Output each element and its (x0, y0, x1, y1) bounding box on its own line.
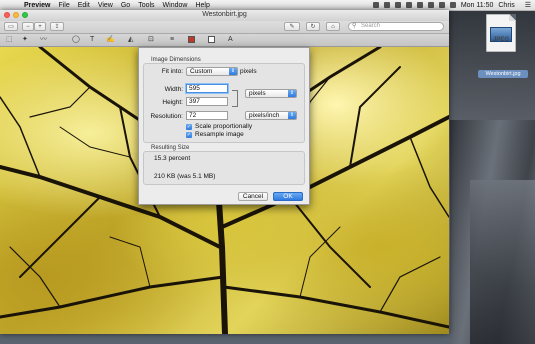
dimension-units-select[interactable]: pixels ⇕ (245, 89, 297, 98)
markup-pen-button[interactable]: ✎ (284, 22, 300, 31)
resolution-units-select[interactable]: pixels/inch ⇕ (245, 111, 297, 120)
zoom-out-button[interactable]: − (22, 22, 34, 31)
resolution-field[interactable]: 72 (186, 111, 228, 120)
window-title: Westonbirt.jpg (202, 11, 247, 18)
fill-color-icon[interactable] (208, 36, 215, 44)
window-titlebar[interactable]: Westonbirt.jpg (0, 10, 449, 21)
fit-into-units: pixels (240, 68, 257, 75)
list-icon[interactable]: ☰ (525, 1, 531, 9)
dimension-units-value: pixels (249, 90, 266, 97)
status-icon[interactable] (383, 2, 390, 8)
fit-into-select[interactable]: Custom ⇕ (186, 67, 238, 76)
menubar-user[interactable]: Chris (498, 2, 514, 9)
search-placeholder: Search (361, 23, 381, 29)
selection-tool-icon[interactable]: ⬚ (6, 36, 13, 44)
fit-into-value: Custom (190, 68, 213, 75)
border-color-icon[interactable] (188, 36, 195, 44)
markup-toolbox-button[interactable]: ⌂ (326, 22, 340, 31)
checkmark-icon: ✓ (186, 123, 192, 130)
menubar-status-area: Mon 11:50 Chris ☰ (368, 0, 531, 10)
resample-image-label: Resample image (195, 131, 244, 138)
status-icon[interactable] (405, 2, 412, 8)
menu-view[interactable]: View (98, 2, 113, 9)
wallpaper-rock-shadow (470, 180, 535, 344)
document-icon: JPEG (486, 14, 516, 52)
ok-button[interactable]: OK (273, 192, 303, 201)
resulting-file-size: 210 KB (was 5.1 MB) (154, 173, 216, 180)
height-field[interactable]: 397 (186, 97, 228, 106)
page-fold (509, 14, 516, 21)
resample-image-checkbox[interactable]: ✓ Resample image (186, 131, 244, 138)
volume-icon[interactable] (438, 2, 445, 8)
wifi-icon[interactable] (427, 2, 434, 8)
sign-tool-icon[interactable]: ✍ (106, 36, 115, 44)
menubar-clock[interactable]: Mon 11:50 (461, 2, 494, 9)
menu-go[interactable]: Go (121, 2, 130, 9)
zoom-button[interactable] (22, 12, 28, 18)
status-icon[interactable] (416, 2, 423, 8)
text-style-icon[interactable]: A (228, 36, 233, 44)
sidebar-toggle-button[interactable]: ▭ (4, 22, 18, 31)
status-icon[interactable] (372, 2, 379, 8)
zoom-in-button[interactable]: + (34, 22, 46, 31)
menu-tools[interactable]: Tools (138, 2, 154, 9)
main-toolbar: ▭ − + ⇪ ✎ ↻ ⌂ ⚲ Search (0, 21, 449, 34)
menu-app-preview[interactable]: Preview (24, 2, 50, 9)
minimize-button[interactable] (13, 12, 19, 18)
text-tool-icon[interactable]: T (90, 36, 94, 44)
shapes-tool-icon[interactable]: ◯ (72, 36, 80, 44)
menu-edit[interactable]: Edit (78, 2, 90, 9)
instant-alpha-icon[interactable]: ✦ (22, 36, 28, 44)
chevron-updown-icon: ⇕ (288, 112, 296, 119)
adjust-size-dialog: Image Dimensions Fit into: Custom ⇕ pixe… (138, 47, 310, 205)
menu-file[interactable]: File (58, 2, 69, 9)
checkmark-icon: ✓ (186, 131, 192, 138)
resulting-percent: 15.3 percent (154, 155, 191, 162)
desktop-file-name[interactable]: Westonbirt.jpg (478, 70, 528, 78)
fit-into-label: Fit into: (161, 68, 183, 75)
width-field[interactable]: 595 (186, 84, 228, 93)
adjust-size-icon[interactable]: ⊡ (148, 36, 154, 44)
status-icon[interactable] (394, 2, 401, 8)
resolution-units-value: pixels/inch (249, 112, 280, 119)
width-label: Width: (164, 86, 183, 93)
height-label: Height: (162, 99, 183, 106)
share-button[interactable]: ⇪ (50, 22, 64, 31)
sketch-tool-icon[interactable]: 〰 (40, 36, 47, 44)
search-input[interactable]: ⚲ Search (348, 22, 444, 31)
resolution-label: Resolution: (150, 113, 183, 120)
menu-window[interactable]: Window (163, 2, 188, 9)
markup-toolbar: ⬚ ✦ 〰 ◯ T ✍ ◭ ⊡ ≡ A (0, 34, 449, 47)
chevron-updown-icon: ⇕ (288, 90, 296, 97)
link-bracket-icon (232, 90, 238, 107)
adjust-color-icon[interactable]: ◭ (128, 36, 133, 44)
scale-proportionally-checkbox[interactable]: ✓ Scale proportionally (186, 123, 252, 130)
line-style-icon[interactable]: ≡ (170, 36, 174, 44)
cancel-button[interactable]: Cancel (238, 192, 268, 201)
menu-help[interactable]: Help (195, 2, 209, 9)
jpeg-file-icon[interactable]: JPEG (482, 14, 518, 58)
search-icon: ⚲ (352, 23, 357, 29)
scale-proportionally-label: Scale proportionally (195, 123, 253, 130)
battery-icon[interactable] (449, 2, 456, 8)
rotate-button[interactable]: ↻ (306, 22, 320, 31)
file-type-label: JPEG (492, 37, 509, 43)
chevron-updown-icon: ⇕ (229, 68, 237, 75)
close-button[interactable] (4, 12, 10, 18)
